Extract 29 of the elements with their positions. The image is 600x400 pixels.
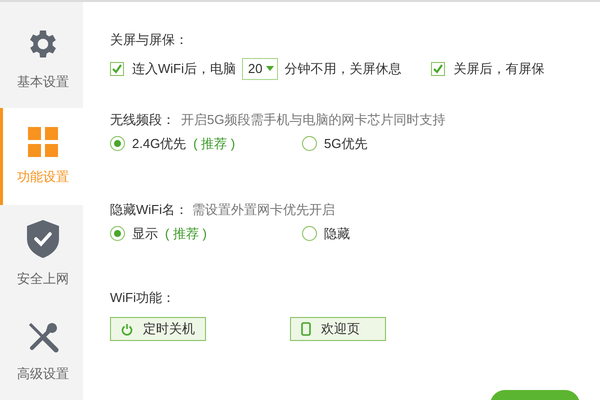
- option-label: 2.4G优先: [132, 135, 186, 153]
- option-label: 分钟不用，关屏休息: [284, 60, 402, 78]
- radio-button[interactable]: [110, 226, 125, 242]
- minutes-dropdown[interactable]: 20: [242, 58, 278, 80]
- section-title: 关屏与屏保：: [110, 31, 189, 49]
- option-label: 隐藏: [324, 225, 350, 243]
- section-hint: 需设置外置网卡优先开启: [192, 200, 335, 218]
- option-label: 5G优先: [324, 135, 368, 153]
- radio-button[interactable]: [302, 136, 317, 152]
- section-title: WiFi功能：: [110, 288, 176, 306]
- section-title: 无线频段：: [110, 110, 175, 128]
- shield-check-icon: [26, 219, 60, 259]
- power-icon: [121, 322, 133, 336]
- recommended-note: ( 推荐 ): [193, 135, 236, 153]
- option-label: 连入WiFi后，电脑: [132, 60, 236, 78]
- section-hint: 开启5G频段需手机与电脑的网卡芯片同时支持: [181, 110, 446, 128]
- option-label: 关屏后，有屏保: [453, 60, 544, 78]
- option-label: 显示: [132, 225, 158, 243]
- radio-button[interactable]: [110, 136, 125, 152]
- phone-icon: [301, 322, 311, 336]
- grid-icon: [28, 126, 58, 156]
- checkbox[interactable]: [110, 62, 124, 76]
- recommended-note: ( 推荐 ): [165, 225, 207, 243]
- feature-button[interactable]: 欢迎页: [290, 317, 386, 341]
- feature-button[interactable]: 定时关机: [110, 317, 206, 341]
- radio-button[interactable]: [302, 226, 317, 242]
- checkbox[interactable]: [431, 62, 446, 76]
- section-title: 隐藏WiFi名：: [110, 200, 188, 218]
- caret-icon: [266, 66, 274, 71]
